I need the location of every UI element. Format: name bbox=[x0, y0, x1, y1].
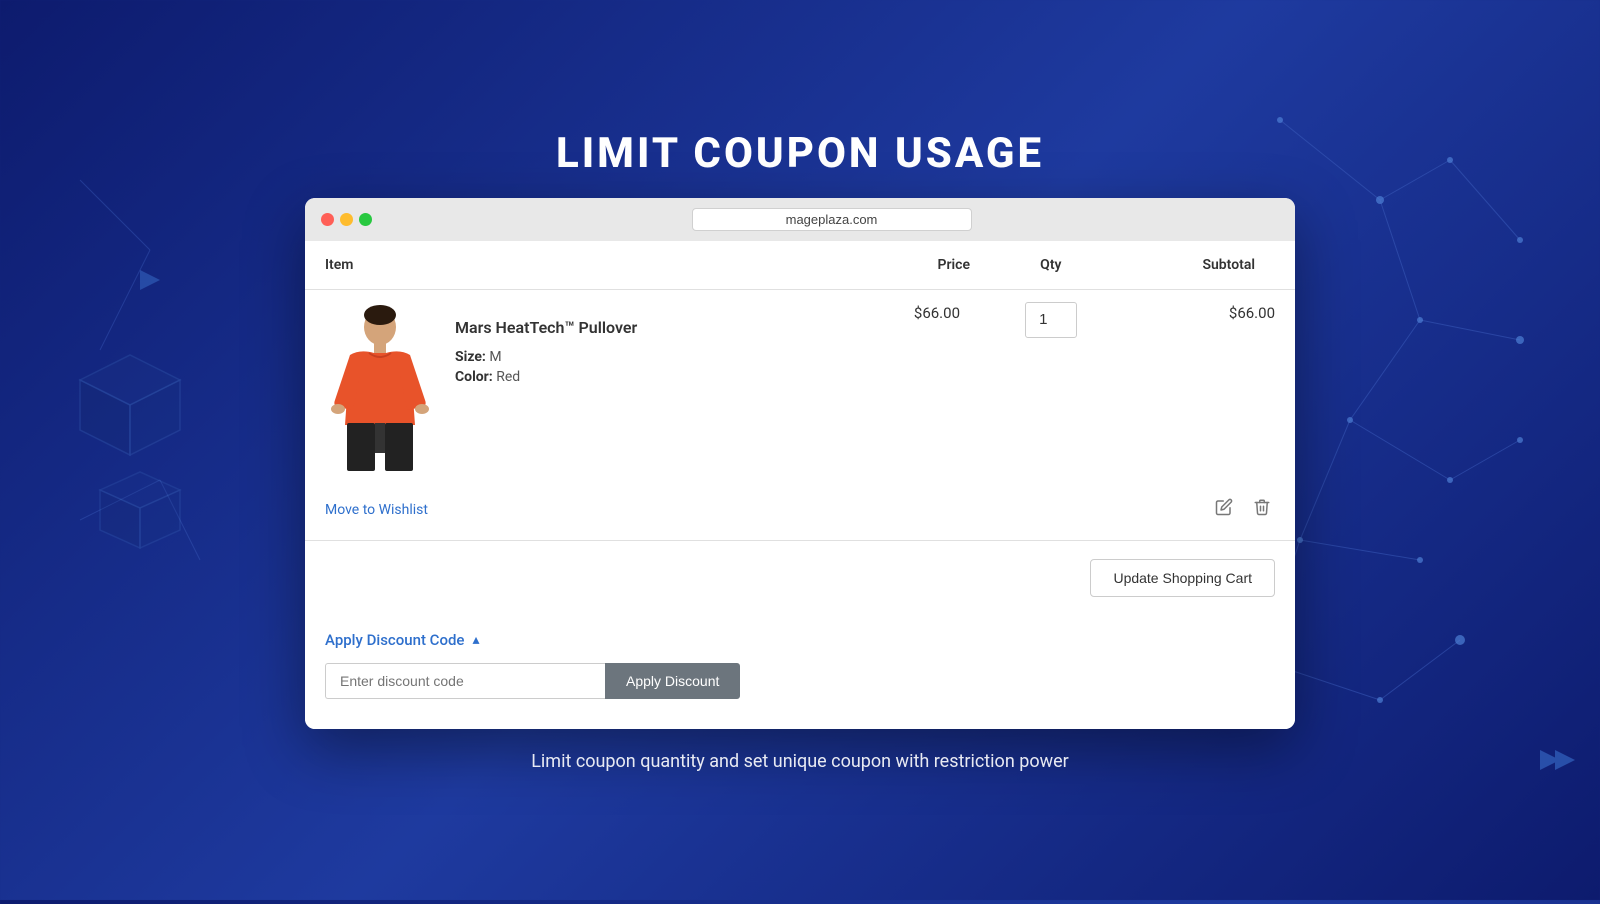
product-name: Mars HeatTech™ Pullover bbox=[455, 318, 637, 337]
maximize-button[interactable] bbox=[359, 213, 372, 226]
traffic-lights bbox=[321, 213, 372, 226]
discount-toggle-label: Apply Discount Code bbox=[325, 631, 464, 649]
product-color: Color: Red bbox=[455, 369, 637, 385]
page-subtitle: Limit coupon quantity and set unique cou… bbox=[531, 751, 1069, 772]
browser-content: Item Price Qty Subtotal bbox=[305, 241, 1295, 729]
product-size: Size: M bbox=[455, 349, 637, 365]
close-button[interactable] bbox=[321, 213, 334, 226]
discount-form: Apply Discount bbox=[325, 663, 1275, 699]
cart-table-header: Item Price Qty Subtotal bbox=[305, 241, 1295, 290]
browser-window: Item Price Qty Subtotal bbox=[305, 198, 1295, 729]
table-row: Mars HeatTech™ Pullover Size: M Color: R… bbox=[305, 289, 1295, 490]
move-to-wishlist-link[interactable]: Move to Wishlist bbox=[325, 502, 428, 518]
apply-discount-button[interactable]: Apply Discount bbox=[605, 663, 740, 699]
qty-input[interactable] bbox=[1025, 302, 1077, 338]
discount-toggle[interactable]: Apply Discount Code ▴ bbox=[325, 631, 1275, 649]
col-header-price: Price bbox=[847, 241, 980, 290]
minimize-button[interactable] bbox=[340, 213, 353, 226]
wishlist-cell: Move to Wishlist bbox=[305, 490, 847, 541]
edit-icon[interactable] bbox=[1211, 494, 1237, 524]
discount-section: Apply Discount Code ▴ Apply Discount bbox=[305, 615, 1295, 729]
col-header-subtotal: Subtotal bbox=[1122, 241, 1295, 290]
browser-chrome bbox=[305, 198, 1295, 241]
update-cart-row: Update Shopping Cart bbox=[305, 540, 1295, 615]
address-input[interactable] bbox=[692, 208, 972, 231]
action-icons-cell bbox=[847, 490, 1295, 541]
col-header-item: Item bbox=[305, 241, 847, 290]
update-cart-cell: Update Shopping Cart bbox=[305, 540, 1295, 615]
delete-icon[interactable] bbox=[1249, 494, 1275, 524]
product-subtotal: $66.00 bbox=[1122, 289, 1295, 490]
product-qty[interactable] bbox=[980, 289, 1122, 490]
col-header-qty: Qty bbox=[980, 241, 1122, 290]
update-cart-button[interactable]: Update Shopping Cart bbox=[1090, 559, 1275, 597]
wishlist-action-row: Move to Wishlist bbox=[305, 490, 1295, 541]
product-cell: Mars HeatTech™ Pullover Size: M Color: R… bbox=[305, 289, 847, 490]
page-title: LIMIT COUPON USAGE bbox=[556, 129, 1044, 178]
product-image bbox=[325, 310, 435, 470]
address-bar bbox=[384, 208, 1279, 231]
chevron-up-icon: ▴ bbox=[472, 632, 479, 648]
product-price: $66.00 bbox=[847, 289, 980, 490]
discount-code-input[interactable] bbox=[325, 663, 605, 699]
cart-table: Item Price Qty Subtotal bbox=[305, 241, 1295, 615]
product-details: Mars HeatTech™ Pullover Size: M Color: R… bbox=[455, 310, 637, 389]
